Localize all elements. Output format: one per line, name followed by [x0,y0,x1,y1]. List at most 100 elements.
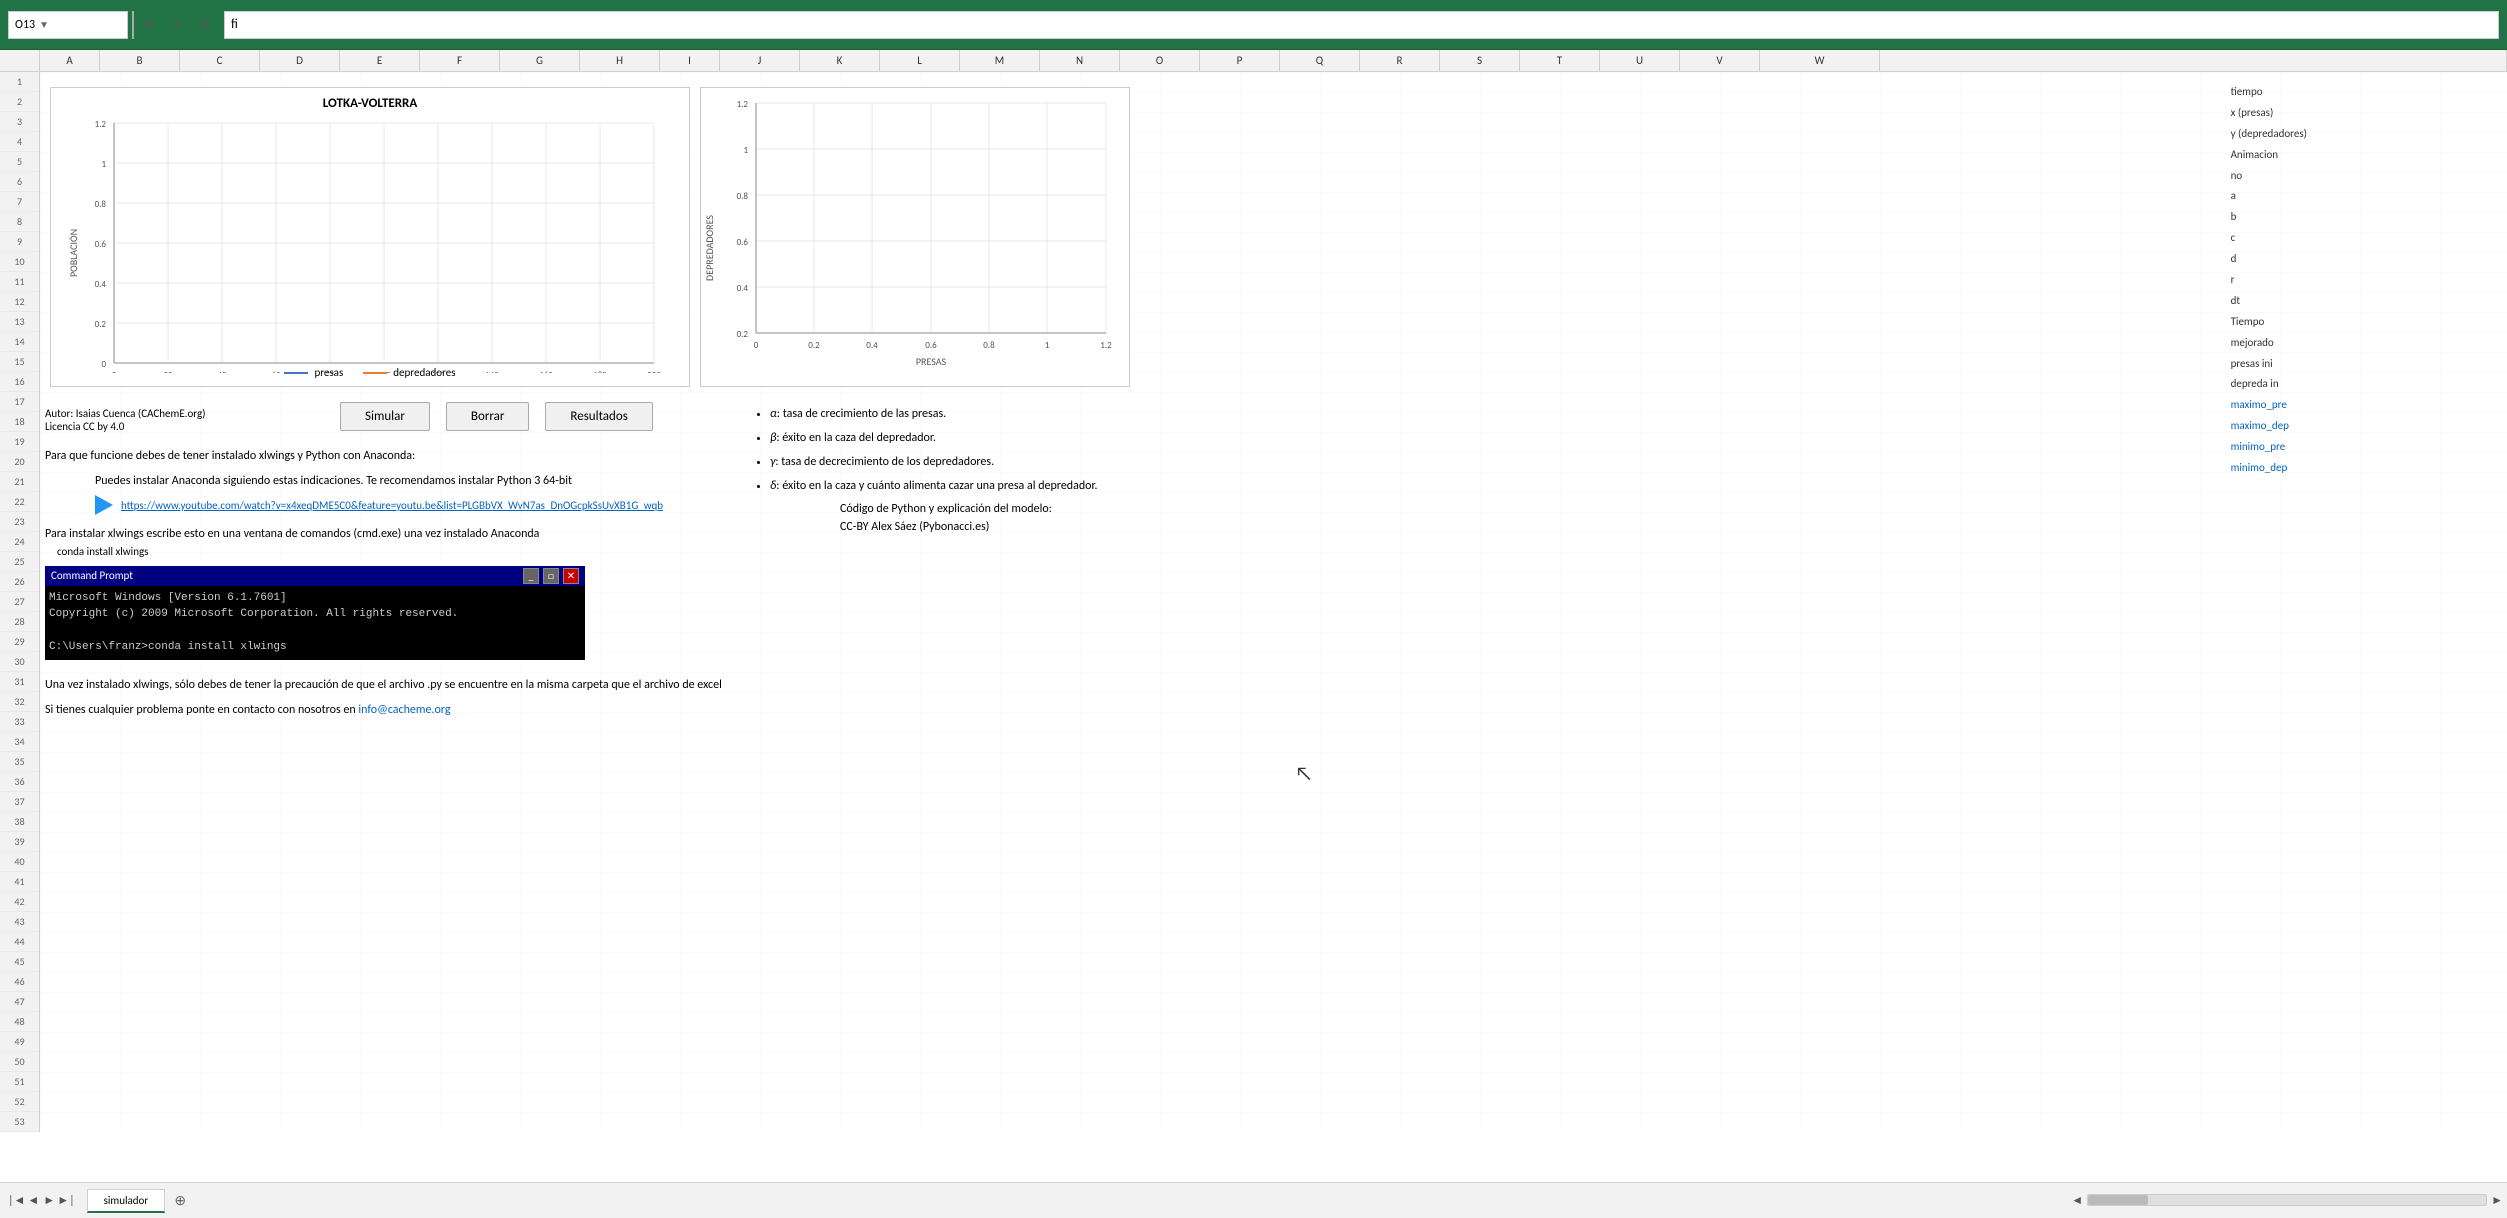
conda-command-text: conda install xlwings [57,545,722,558]
cmd-minimize-btn[interactable]: _ [523,568,539,584]
col-header-D[interactable]: D [260,50,340,71]
col-header-A[interactable]: A [40,50,100,71]
col-maximo-dep: maximo_dep [2231,416,2307,437]
formula-bar-container: O13 ▼ ✕ ✓ fx fi [0,0,2507,50]
row-num-30: 30 [0,652,39,672]
svg-text:PRESAS: PRESAS [916,355,947,368]
col-header-R[interactable]: R [1360,50,1440,71]
svg-text:180: 180 [593,370,607,373]
svg-text:0.6: 0.6 [95,239,107,250]
col-header-M[interactable]: M [960,50,1040,71]
col-header-J[interactable]: J [720,50,800,71]
row-numbers: const rn = document.currentScript.parent… [0,72,40,1132]
cmd-close-btn[interactable]: ✕ [563,568,579,584]
param-alpha: α: tasa de crecimiento de las presas. [770,402,1097,426]
row-num-48: 48 [0,1012,39,1032]
col-header-V[interactable]: V [1680,50,1760,71]
col-xpresas: x (presas) [2231,103,2307,124]
col-header-U[interactable]: U [1600,50,1680,71]
formula-input[interactable]: fi [224,11,2499,39]
svg-text:0.2: 0.2 [737,329,749,340]
col-header-B[interactable]: B [100,50,180,71]
row-num-11: 11 [0,272,39,292]
nav-next-btn[interactable]: ► [43,1193,55,1208]
row-num-22: 22 [0,492,39,512]
nav-first-btn[interactable]: |◄ [8,1193,25,1208]
col-header-W[interactable]: W [1760,50,1880,71]
svg-text:0.8: 0.8 [95,199,107,210]
nav-prev-btn[interactable]: ◄ [27,1193,39,1208]
scrollbar-track[interactable] [2087,1194,2487,1206]
horizontal-scrollbar[interactable]: ◄ ► [2067,1182,2507,1218]
legend-depredadores-label: depredadores [393,366,455,379]
row-num-37: 37 [0,792,39,812]
play-icon[interactable] [95,495,113,515]
video-link[interactable]: https://www.youtube.com/watch?v=x4xeqDME… [121,499,663,512]
col-header-O[interactable]: O [1120,50,1200,71]
confirm-formula-btn[interactable]: ✓ [166,14,188,36]
clear-button[interactable]: Borrar [446,402,529,431]
name-box[interactable]: O13 ▼ [8,11,128,39]
col-header-I[interactable]: I [660,50,720,71]
chart1-svg: POBLACIÓN 1.2 1 0.8 0.6 0.4 [69,113,689,373]
col-header-Q[interactable]: Q [1280,50,1360,71]
row-num-28: 28 [0,612,39,632]
cmd-line3 [49,623,581,640]
install-anaconda-text: Puedes instalar Anaconda siguiendo estas… [95,472,722,491]
svg-text:0.6: 0.6 [737,237,749,248]
col-header-G[interactable]: G [500,50,580,71]
col-header-E[interactable]: E [340,50,420,71]
scroll-right-btn[interactable]: ► [2487,1193,2507,1208]
svg-text:1: 1 [1045,340,1050,351]
cmd-body: Microsoft Windows [Version 6.1.7601] Cop… [45,586,585,660]
add-sheet-btn[interactable]: ⊕ [169,1190,191,1212]
svg-text:200: 200 [647,370,661,373]
col-header-S[interactable]: S [1440,50,1520,71]
cmd-line1: Microsoft Windows [Version 6.1.7601] [49,590,581,607]
svg-text:40: 40 [217,370,227,373]
col-tiempo: tiempo [2231,82,2307,103]
col-header-P[interactable]: P [1200,50,1280,71]
sheet-tab-simulador[interactable]: simulador [87,1189,166,1213]
final-note1: Una vez instalado xlwings, sólo debes de… [45,676,722,695]
cmd-window-buttons: _ □ ✕ [523,568,579,584]
row-num-16: 16 [0,372,39,392]
xlwings-install-block: Para instalar xlwings escribe esto en un… [45,525,722,557]
col-header-F[interactable]: F [420,50,500,71]
nav-last-btn[interactable]: ►| [57,1193,74,1208]
scroll-left-btn[interactable]: ◄ [2067,1193,2087,1208]
svg-text:60: 60 [271,370,281,373]
right-col-headers: tiempo x (presas) y (depredadores) Anima… [2231,82,2307,479]
cmd-line2: Copyright (c) 2009 Microsoft Corporation… [49,606,581,623]
bottom-bar: |◄ ◄ ► ►| simulador ⊕ ◄ ► [0,1182,2507,1218]
row-num-19: 19 [0,432,39,452]
svg-text:0.4: 0.4 [866,340,878,351]
chart2-svg: DEPREDADORES 1.2 1 0.8 0.6 0.4 [701,88,1131,388]
cmd-maximize-btn[interactable]: □ [543,568,559,584]
results-button[interactable]: Resultados [545,402,652,431]
svg-text:DEPREDADORES: DEPREDADORES [703,215,716,281]
col-header-K[interactable]: K [800,50,880,71]
col-a: a [2231,186,2307,207]
formula-content: fi [231,17,238,32]
row-num-29: 29 [0,632,39,652]
col-dt: dt [2231,291,2307,312]
insert-function-btn[interactable]: fx [194,14,216,36]
param-gamma: γ: tasa de decrecimiento de los depredad… [770,450,1097,474]
col-mejorado: mejorado [2231,333,2307,354]
row-num-8: 8 [0,212,39,232]
col-presas-ini: presas ini [2231,354,2307,375]
cmd-title: Command Prompt [51,569,133,582]
col-header-T[interactable]: T [1520,50,1600,71]
cancel-formula-btn[interactable]: ✕ [138,14,160,36]
simulate-button[interactable]: Simular [340,402,430,431]
col-header-L[interactable]: L [880,50,960,71]
col-header-N[interactable]: N [1040,50,1120,71]
col-header-H[interactable]: H [580,50,660,71]
row-num-4: 4 [0,132,39,152]
svg-text:0.8: 0.8 [737,191,749,202]
scrollbar-thumb[interactable] [2088,1195,2148,1205]
col-animacion: Animacion [2231,145,2307,166]
param-beta: β: éxito en la caza del depredador. [770,426,1097,450]
col-header-C[interactable]: C [180,50,260,71]
